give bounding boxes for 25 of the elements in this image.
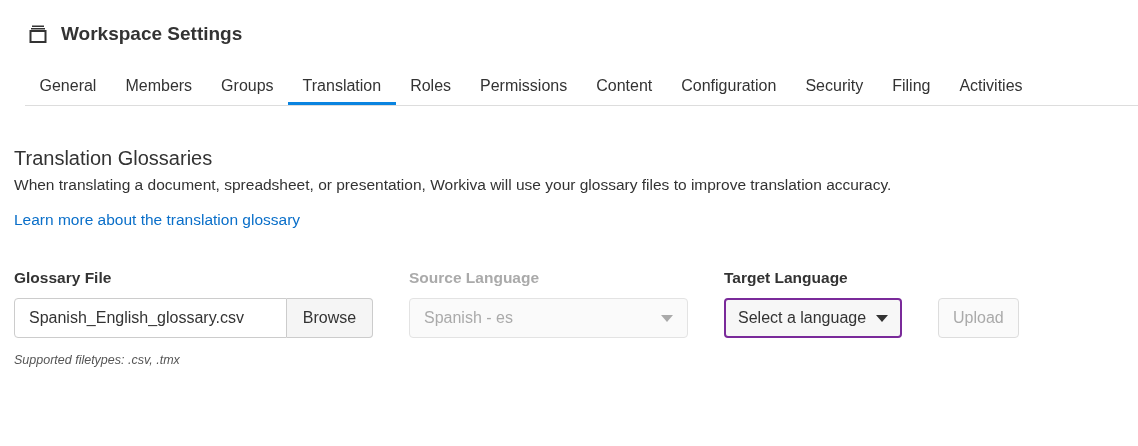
tab[interactable]: Groups (206, 76, 289, 105)
caret-icon (661, 314, 673, 322)
tab[interactable]: Permissions (465, 76, 582, 105)
tab[interactable]: Translation (288, 76, 396, 105)
field-label: Target Language (724, 269, 849, 288)
section-title: Translation Glossaries (14, 146, 214, 170)
tab[interactable]: Security (790, 76, 878, 105)
field-label: Source Language (409, 269, 541, 288)
tab[interactable]: Activities (944, 76, 1038, 105)
browse-button[interactable]: Browse (287, 298, 373, 338)
tab[interactable]: Content (581, 76, 667, 105)
field-label: Glossary File (14, 269, 113, 288)
page-title: Workspace Settings (61, 23, 243, 45)
window-icon (29, 25, 47, 43)
caret-icon (876, 314, 888, 322)
language-dropdown[interactable]: Select a language (724, 298, 902, 338)
help-link[interactable]: Learn more about the translation glossary (14, 211, 301, 229)
hint-text: Supported filetypes: .csv, .tmx (14, 353, 181, 367)
file-name-field[interactable]: Spanish_English_glossary.csv (14, 298, 287, 338)
tab[interactable]: Roles (395, 76, 466, 105)
description: When translating a document, spreadsheet, or presentation, Workiva will use your glossary files to improve translation accuracy. (14, 175, 893, 195)
tab[interactable]: General (25, 76, 111, 105)
tab[interactable]: Members (110, 76, 207, 105)
tab[interactable]: Configuration (666, 76, 791, 105)
tab[interactable]: Filing (877, 76, 945, 105)
